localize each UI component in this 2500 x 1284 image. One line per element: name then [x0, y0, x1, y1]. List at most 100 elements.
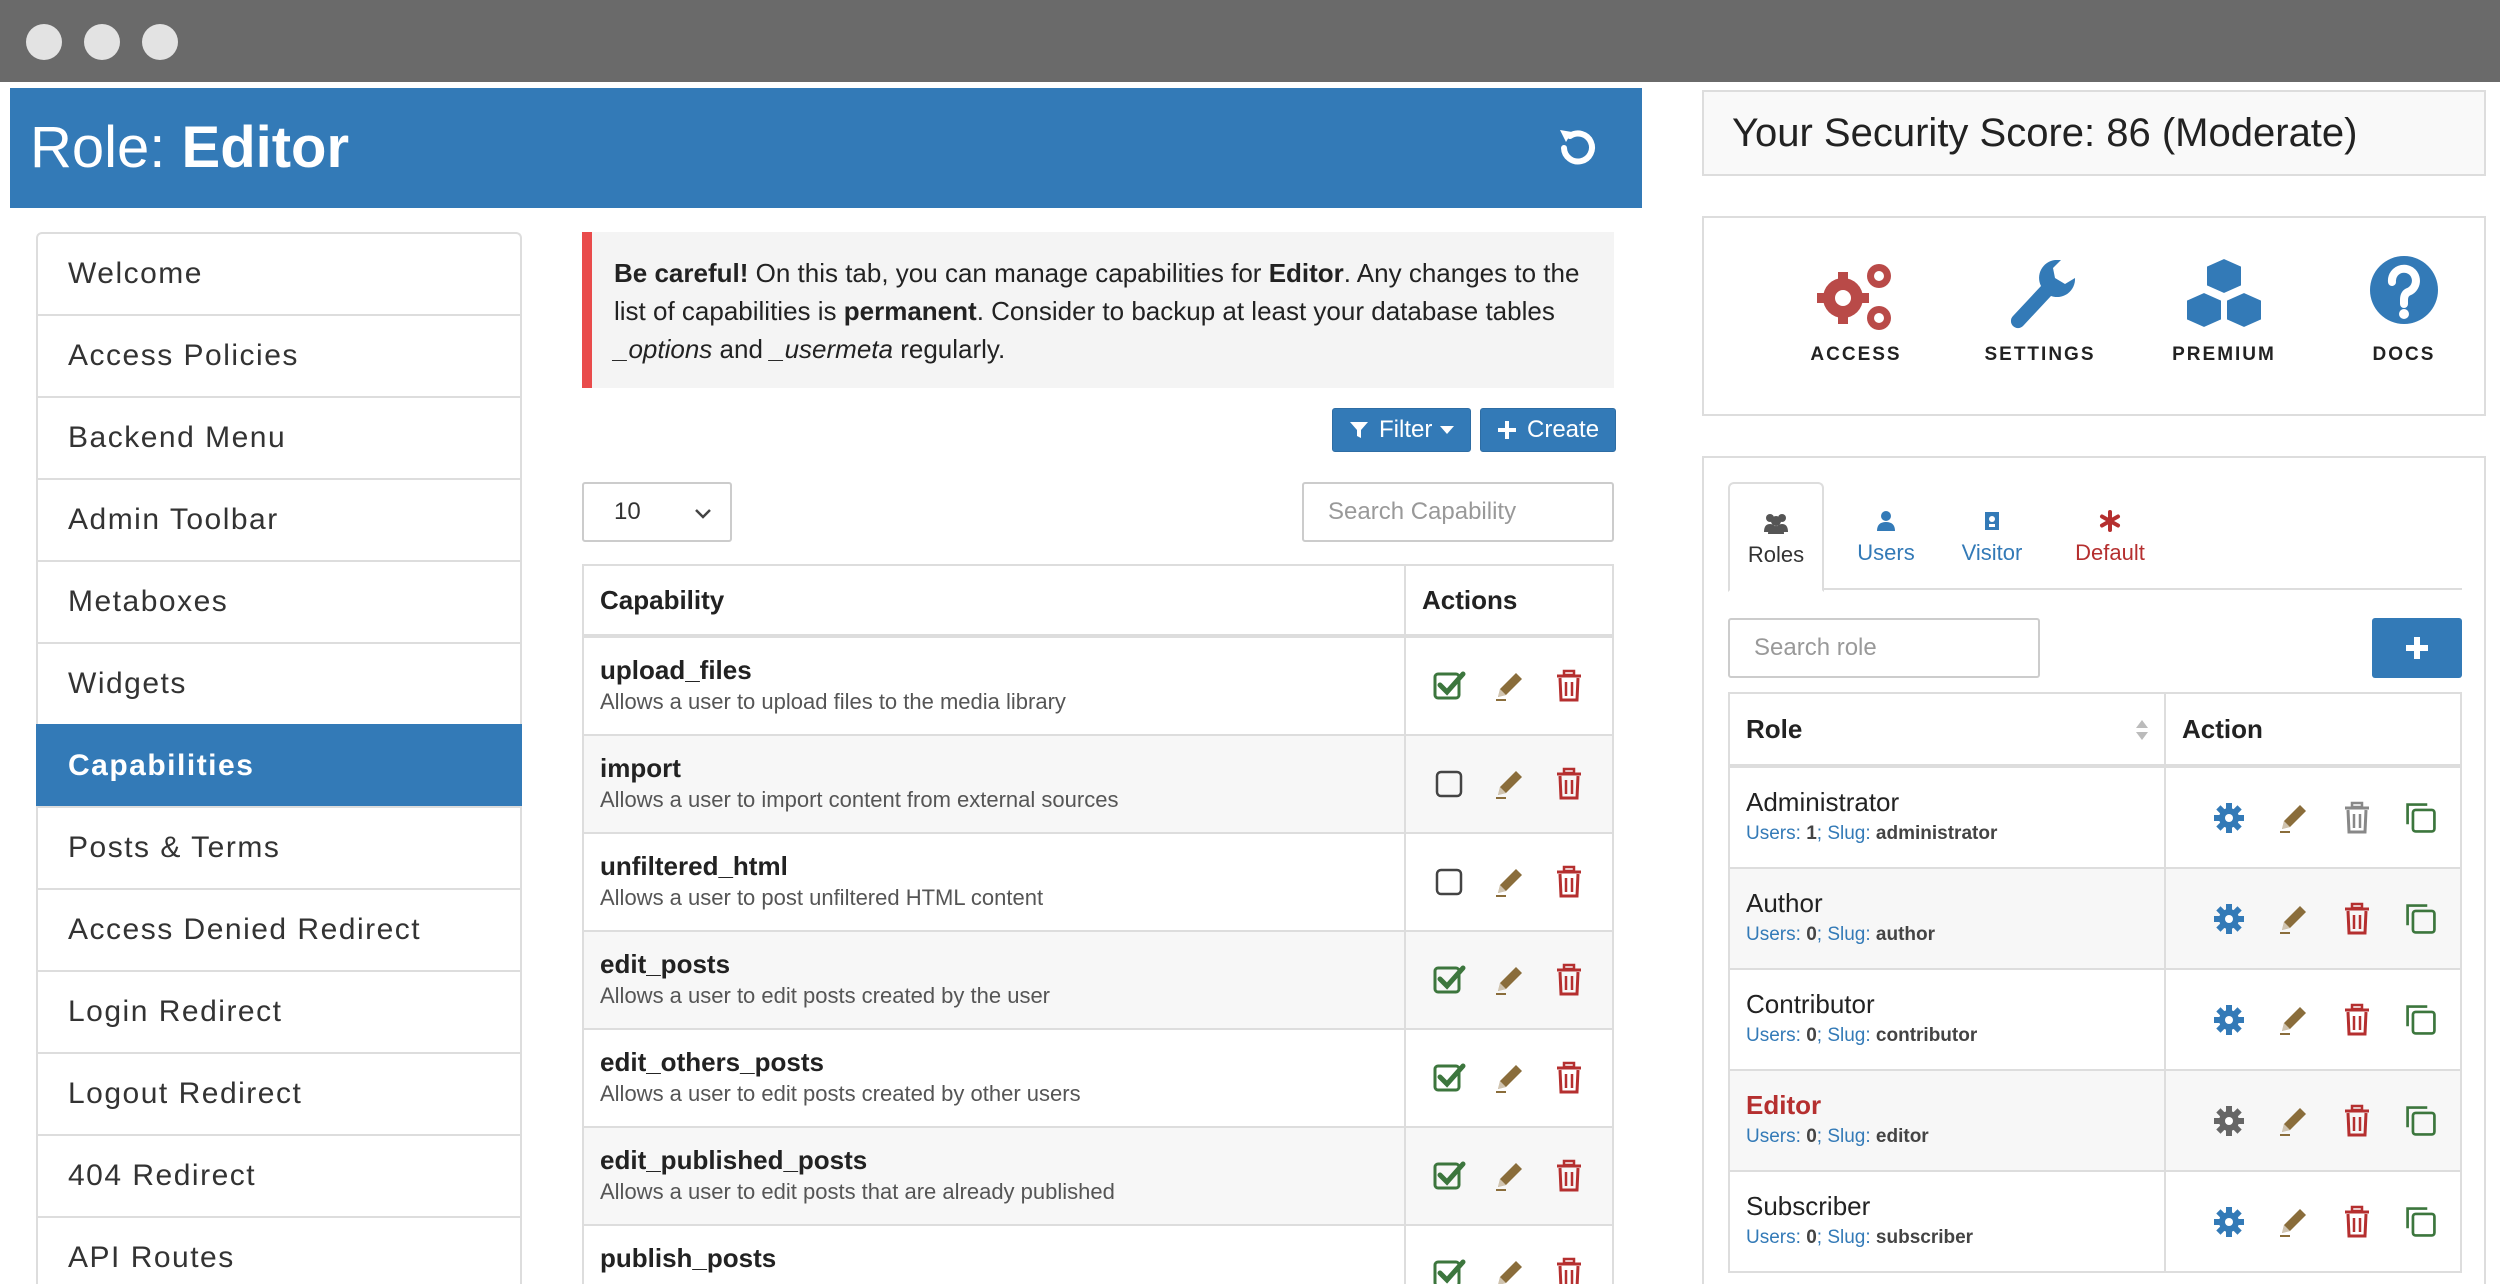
- window-maximize-button[interactable]: [142, 24, 178, 60]
- column-header-role-label: Role: [1746, 713, 1803, 744]
- sidebar-item-login-redirect[interactable]: Login Redirect: [36, 970, 522, 1052]
- manage-role-button[interactable]: [2212, 1104, 2246, 1138]
- sidebar-item-welcome[interactable]: Welcome: [36, 232, 522, 314]
- capability-toggle-checkbox[interactable]: [1432, 669, 1466, 703]
- manage-role-button[interactable]: [2212, 1205, 2246, 1239]
- edit-role-button[interactable]: [2276, 902, 2310, 936]
- create-button[interactable]: Create: [1480, 408, 1617, 452]
- roles-panel: Roles Users Visitor Default Search role …: [1702, 456, 2486, 1284]
- delete-capability-button[interactable]: [1552, 1257, 1586, 1284]
- clone-role-button[interactable]: [2404, 1104, 2438, 1138]
- capability-toggle-checkbox[interactable]: [1432, 1061, 1466, 1095]
- tab-roles[interactable]: Roles: [1728, 482, 1824, 592]
- sidebar-item-access-policies[interactable]: Access Policies: [36, 314, 522, 396]
- edit-capability-button[interactable]: [1492, 1257, 1526, 1284]
- delete-capability-button[interactable]: [1552, 963, 1586, 997]
- sidebar-item-posts-terms[interactable]: Posts & Terms: [36, 806, 522, 888]
- capability-toggle-checkbox[interactable]: [1432, 1159, 1466, 1193]
- clone-role-button[interactable]: [2404, 801, 2438, 835]
- search-capability-placeholder: Search Capability: [1328, 498, 1517, 525]
- edit-role-button[interactable]: [2276, 1104, 2310, 1138]
- window-close-button[interactable]: [26, 24, 62, 60]
- delete-capability-button[interactable]: [1552, 669, 1586, 703]
- role-name[interactable]: Author: [1746, 887, 2164, 919]
- docs-link[interactable]: DOCS: [2324, 254, 2484, 366]
- page-size-select[interactable]: 10: [582, 482, 732, 542]
- manage-role-button[interactable]: [2212, 902, 2246, 936]
- premium-link[interactable]: PREMIUM: [2144, 254, 2304, 366]
- capability-toggle-checkbox[interactable]: [1432, 865, 1466, 899]
- refresh-icon[interactable]: [1550, 120, 1606, 176]
- sidebar-item-metaboxes[interactable]: Metaboxes: [36, 560, 522, 642]
- filter-button[interactable]: Filter: [1332, 408, 1472, 452]
- window-minimize-button[interactable]: [84, 24, 120, 60]
- column-header-role[interactable]: Role: [1730, 694, 2166, 764]
- edit-capability-button[interactable]: [1492, 1061, 1526, 1095]
- tab-default[interactable]: Default: [2050, 482, 2170, 590]
- role-table: Role Action Administrator Users: 1; Slug:…: [1728, 692, 2462, 1273]
- edit-role-button[interactable]: [2276, 1205, 2310, 1239]
- sidebar-item-api-routes[interactable]: API Routes: [36, 1216, 522, 1284]
- tab-users[interactable]: Users: [1836, 482, 1936, 590]
- capability-toggle-checkbox[interactable]: [1432, 1257, 1466, 1284]
- security-score[interactable]: Your Security Score: 86 (Moderate): [1702, 90, 2486, 176]
- delete-role-button[interactable]: [2340, 902, 2374, 936]
- delete-capability-button[interactable]: [1552, 1061, 1586, 1095]
- pencil-icon: [2280, 1006, 2306, 1035]
- clone-role-button[interactable]: [2404, 902, 2438, 936]
- tab-users-label: Users: [1857, 540, 1915, 565]
- edit-capability-button[interactable]: [1492, 865, 1526, 899]
- clone-icon: [2406, 1004, 2436, 1035]
- delete-role-button[interactable]: [2340, 1003, 2374, 1037]
- manage-role-button[interactable]: [2212, 1003, 2246, 1037]
- edit-capability-button[interactable]: [1492, 963, 1526, 997]
- settings-link[interactable]: SETTINGS: [1960, 254, 2120, 366]
- edit-role-button[interactable]: [2276, 801, 2310, 835]
- role-name[interactable]: Subscriber: [1746, 1190, 2164, 1222]
- capability-cell: upload_files Allows a user to upload file…: [584, 638, 1406, 734]
- pencil-icon: [2280, 804, 2306, 833]
- clone-role-button[interactable]: [2404, 1205, 2438, 1239]
- sidebar-item-backend-menu[interactable]: Backend Menu: [36, 396, 522, 478]
- users-count: 1: [1806, 823, 1817, 844]
- sidebar-item-capabilities[interactable]: Capabilities: [36, 724, 522, 806]
- sidebar-item-logout-redirect[interactable]: Logout Redirect: [36, 1052, 522, 1134]
- actions-cell: [1406, 736, 1612, 832]
- column-header-capability[interactable]: Capability: [584, 566, 1406, 634]
- delete-role-button[interactable]: [2340, 801, 2374, 835]
- delete-capability-button[interactable]: [1552, 767, 1586, 801]
- page-size-value: 10: [614, 498, 641, 525]
- sidebar-item-access-denied-redirect[interactable]: Access Denied Redirect: [36, 888, 522, 970]
- sidebar-item-404-redirect[interactable]: 404 Redirect: [36, 1134, 522, 1216]
- delete-capability-button[interactable]: [1552, 1159, 1586, 1193]
- role-name[interactable]: Contributor: [1746, 988, 2164, 1020]
- search-capability-input[interactable]: Search Capability: [1302, 482, 1614, 542]
- users-label: Users:: [1746, 823, 1801, 844]
- delete-capability-button[interactable]: [1552, 865, 1586, 899]
- users-count: 0: [1806, 1025, 1817, 1046]
- manage-role-button[interactable]: [2212, 801, 2246, 835]
- table-row: edit_published_posts Allows a user to edi…: [584, 1128, 1612, 1226]
- add-role-button[interactable]: [2372, 618, 2462, 678]
- checkbox-checked-icon: [1433, 1161, 1466, 1190]
- alert-role: Editor: [1268, 258, 1344, 288]
- role-name[interactable]: Administrator: [1746, 786, 2164, 818]
- tab-visitor[interactable]: Visitor: [1940, 482, 2044, 590]
- edit-capability-button[interactable]: [1492, 1159, 1526, 1193]
- access-link[interactable]: ACCESS: [1776, 254, 1936, 366]
- capability-toggle-checkbox[interactable]: [1432, 767, 1466, 801]
- search-role-input[interactable]: Search role: [1728, 618, 2040, 678]
- role-name[interactable]: Editor: [1746, 1089, 2164, 1121]
- edit-capability-button[interactable]: [1492, 669, 1526, 703]
- warning-alert: Be careful! On this tab, you can manage …: [582, 232, 1614, 388]
- sidebar-item-admin-toolbar[interactable]: Admin Toolbar: [36, 478, 522, 560]
- clone-role-button[interactable]: [2404, 1003, 2438, 1037]
- delete-role-button[interactable]: [2340, 1205, 2374, 1239]
- edit-capability-button[interactable]: [1492, 767, 1526, 801]
- edit-role-button[interactable]: [2276, 1003, 2310, 1037]
- sidebar-item-widgets[interactable]: Widgets: [36, 642, 522, 724]
- pencil-icon: [2280, 905, 2306, 934]
- role-slug: contributor: [1875, 1025, 1978, 1046]
- delete-role-button[interactable]: [2340, 1104, 2374, 1138]
- capability-toggle-checkbox[interactable]: [1432, 963, 1466, 997]
